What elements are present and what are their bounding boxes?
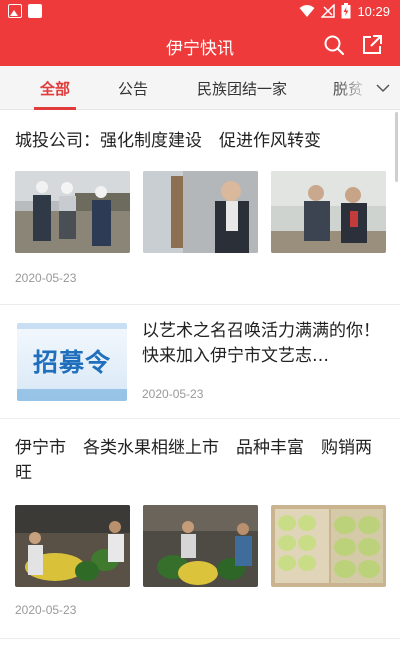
list-item[interactable]: 城投公司：强化制度建设 促进作风转变 2020-05-23 [0,111,400,305]
share-icon[interactable] [360,33,384,57]
tab-announcements[interactable]: 公告 [118,78,148,99]
article-title: 城投公司：强化制度建设 促进作风转变 [15,131,321,151]
battery-charging-icon [341,3,351,19]
article-image [15,171,130,253]
article-date: 2020-05-23 [15,603,77,617]
category-tabs: 全部 公告 民族团结一家 脱贫 [0,66,400,110]
article-image [271,505,386,587]
tabs-more-button[interactable] [368,66,400,109]
search-icon[interactable] [322,33,346,57]
image-icon [8,4,22,18]
article-image [143,171,258,253]
article-image [15,505,130,587]
article-date: 2020-05-23 [15,271,77,285]
article-image [271,171,386,253]
status-bar: 10:29 [0,0,400,24]
list-item[interactable]: 伊宁市 各类水果相继上市 品种丰富 购销两旺 2020-05-23 [0,419,400,639]
app-bar: 伊宁快讯 [0,24,400,66]
article-title: 伊宁市 各类水果相继上市 品种丰富 购销两旺 [15,438,372,483]
tab-active-indicator [34,107,76,110]
article-date: 2020-05-23 [142,387,204,401]
tab-all[interactable]: 全部 [40,78,70,99]
wifi-icon [299,5,315,17]
chevron-down-icon [376,84,390,93]
article-image [143,505,258,587]
article-thumbnail: 招募令 [17,323,127,401]
status-time: 10:29 [357,3,390,19]
tab-ethnic-unity[interactable]: 民族团结一家 [197,78,287,99]
list-item[interactable]: 招募令 以艺术之名召唤活力满满的你！ 快来加入伊宁市文艺志… 2020-05-2… [0,305,400,419]
article-title: 以艺术之名召唤活力满满的你！ 快来加入伊宁市文艺志… [142,321,397,366]
square-icon [28,4,42,18]
no-signal-icon [321,4,336,18]
thumbnail-text: 招募令 [32,348,111,377]
